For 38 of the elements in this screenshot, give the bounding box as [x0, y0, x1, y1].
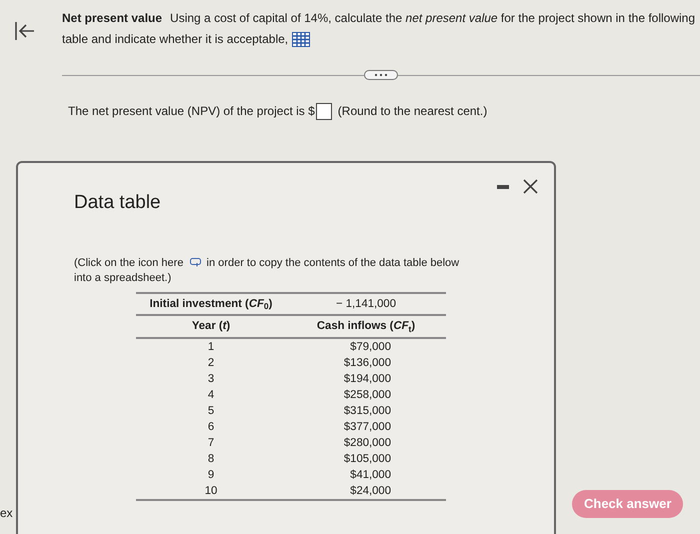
dialog-title: Data table: [74, 191, 162, 215]
side-text: ex: [0, 505, 13, 522]
minimize-icon[interactable]: [497, 184, 509, 188]
back-icon[interactable]: [14, 20, 36, 42]
table-cell-text: 5: [206, 404, 216, 420]
table-cell: $24,000: [286, 483, 446, 500]
copy-icon[interactable]: [190, 258, 200, 268]
table-cell: 10: [136, 483, 286, 500]
question-text: Net present value Using a cost of capital of 14%, calculate the net present value for the project shown in the following table and indicate whether it is acceptable,: [62, 10, 696, 50]
table-cell-text: 9: [206, 468, 216, 484]
answer-prompt: The net present value (NPV) of the project is $: [68, 103, 315, 120]
column-header: Year (t): [136, 315, 286, 338]
table-cell: $79,000: [286, 338, 446, 356]
answer-hint: (Round to the nearest cent.): [338, 103, 488, 120]
table-icon[interactable]: [292, 32, 310, 48]
table-cell-text: $315,000: [342, 404, 392, 420]
answer-field[interactable]: [316, 102, 332, 120]
table-cell-text: $105,000: [342, 452, 392, 468]
more-icon[interactable]: [364, 70, 398, 80]
check-answer-button[interactable]: Check answer: [572, 490, 684, 518]
table-cell-text: $41,000: [349, 468, 392, 484]
table-cell-text: $280,000: [342, 436, 392, 452]
table-cell-text: 4: [206, 388, 216, 404]
table-cell-text: $258,000: [342, 388, 392, 404]
column-header: Cash inflows (CF$_{t}$): [286, 315, 446, 338]
copy-instruction-text: (Click on the icon here in order to copy the contents of the data table below into a spreadsheet.): [74, 256, 460, 286]
table-cell-text: 7: [206, 436, 216, 452]
table-cell: − 1,141,000: [286, 292, 446, 316]
close-icon[interactable]: [523, 179, 538, 194]
table-cell-text: $136,000: [342, 356, 392, 372]
table-cell-text: $377,000: [342, 420, 392, 436]
table-cell: Initial investment (CF$_{0}$): [136, 292, 286, 316]
table-cell: 1: [136, 338, 286, 356]
table-cell-text: 3: [206, 372, 216, 388]
table-cell-text: 6: [206, 420, 216, 436]
table-cell-text: 2: [206, 356, 216, 372]
table-cell-text: $194,000: [342, 372, 392, 388]
table-cell-text: 8: [206, 452, 216, 468]
